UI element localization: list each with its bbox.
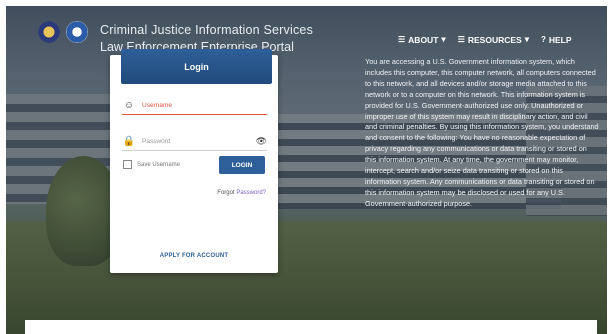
nav-resources-label: RESOURCES [467,34,522,45]
nav-about[interactable]: ☰ ABOUT ▾ [398,34,446,45]
nav-help[interactable]: ? HELP [541,34,572,45]
nav-resources[interactable]: ☰ RESOURCES ▾ [458,34,529,45]
agency-title: Criminal Justice Information Services [100,23,314,37]
chevron-down-icon: ▾ [524,34,529,44]
forgot-password: Forgot Password? [217,190,266,196]
login-card: Login ☺ 🔒 👁 Save Username LOGIN Forgot P… [110,49,278,273]
password-input[interactable] [142,138,252,145]
forgot-password-link[interactable]: Password? [236,190,266,196]
menu-icon: ☰ [398,35,406,44]
fbi-seal-icon [66,21,88,43]
forgot-prefix: Forgot [217,190,235,196]
bottom-panel [25,320,597,334]
lock-icon: 🔒 [122,136,136,147]
username-input[interactable] [142,102,252,109]
menu-icon: ☰ [457,35,465,44]
eye-slash-icon[interactable]: 👁 [256,136,267,147]
save-username-option: Save Username [123,160,180,169]
login-button[interactable]: LOGIN [219,156,265,174]
user-icon: ☺ [123,100,135,111]
login-card-title: Login [121,49,272,84]
save-username-checkbox[interactable] [123,160,132,169]
doj-seal-icon [38,21,60,43]
apply-for-account-link[interactable]: APPLY FOR ACCOUNT [110,253,278,259]
nav-help-label: HELP [548,34,572,45]
username-field: ☺ [122,97,267,115]
save-username-label: Save Username [137,161,181,168]
government-notice: You are accessing a U.S. Government info… [365,57,599,208]
chevron-down-icon: ▾ [441,34,446,44]
help-icon: ? [540,35,546,44]
password-field: 🔒 👁 [122,133,267,151]
top-nav: ☰ ABOUT ▾ ☰ RESOURCES ▾ ? HELP [398,34,572,45]
nav-about-label: ABOUT [408,34,439,45]
